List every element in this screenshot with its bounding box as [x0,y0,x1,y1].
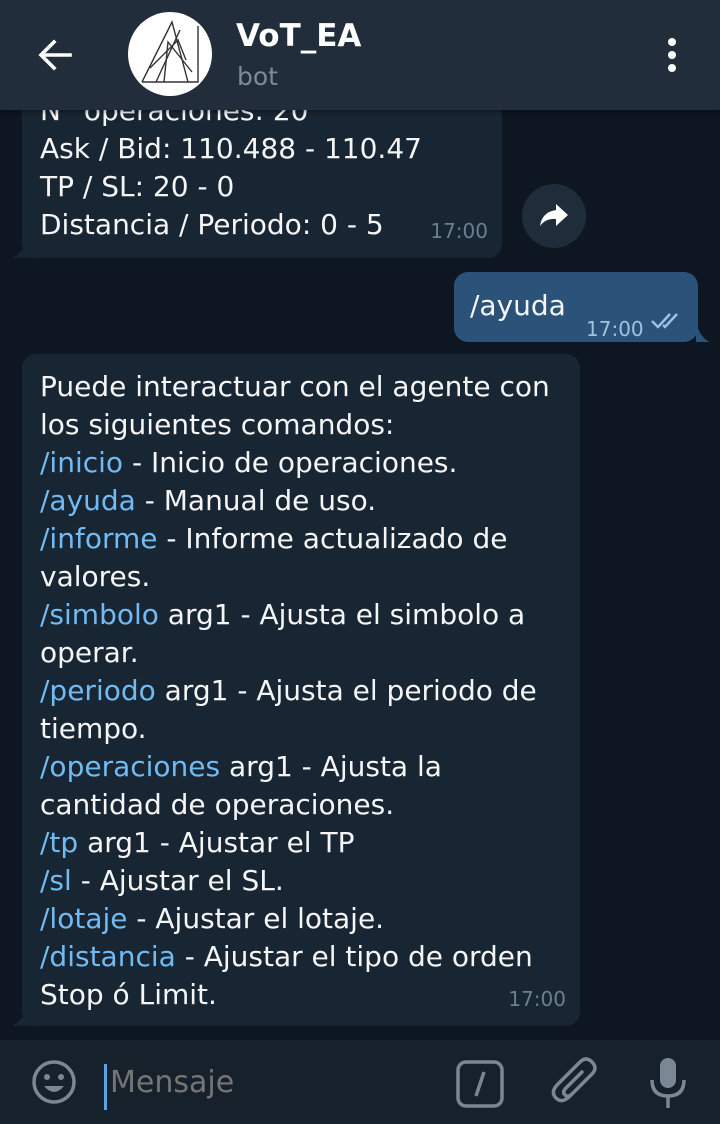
command-link-operaciones[interactable]: /operaciones [40,750,220,783]
more-vertical-icon [668,38,676,72]
arrow-left-icon [38,39,72,71]
bot-logo-icon [141,20,199,83]
command-description: arg1 - Ajusta la [220,750,442,783]
command-description: arg1 - Ajustar el TP [78,826,355,859]
help-line-operaciones: /operaciones arg1 - Ajusta la [40,748,570,786]
command-description-cont: cantidad de operaciones. [40,788,395,821]
menu-button[interactable] [652,30,692,80]
command-description-cont: valores. [40,560,151,593]
bubble-tail [696,322,710,342]
chat-area[interactable]: N° operaciones: 20 Ask / Bid: 110.488 - … [0,0,720,1040]
avatar[interactable] [128,12,212,96]
double-check-icon [651,313,678,329]
command-link-simbolo[interactable]: /simbolo [40,598,159,631]
command-link-ayuda[interactable]: /ayuda [40,484,136,517]
help-line-informe: /informe - Informe actualizado de [40,520,570,558]
help-content: Puede interactuar con el agente con los … [40,368,570,1014]
chat-header: VoT_EA bot [0,0,720,110]
paperclip-icon [551,1057,597,1103]
command-description: arg1 - Ajusta el simbolo a [158,598,526,631]
message-bubble-help[interactable]: Puede interactuar con el agente con los … [22,354,580,1026]
message-input-bar [0,1040,720,1124]
help-line-periodo: /periodo arg1 - Ajusta el periodo de [40,672,570,710]
command-description: - Informe actualizado de [157,522,508,555]
help-line-tp: /tp arg1 - Ajustar el TP [40,824,570,862]
smiley-icon [32,1060,76,1104]
command-link-periodo[interactable]: /periodo [40,674,156,707]
attach-button[interactable] [550,1054,602,1110]
command-link-tp[interactable]: /tp [40,826,78,859]
message-time: 17:00 [586,317,644,341]
forward-arrow-icon [540,204,568,226]
command-description: - Ajustar el SL. [71,864,284,897]
status-lines: N° operaciones: 20 Ask / Bid: 110.488 - … [40,92,422,244]
chat-subtitle: bot [237,62,278,91]
microphone-icon [650,1058,686,1108]
status-line-ask-bid: Ask / Bid: 110.488 - 110.47 [40,132,422,165]
help-line-simbolo: /simbolo arg1 - Ajusta el simbolo a [40,596,570,634]
bubble-tail [12,240,32,258]
outgoing-text: /ayuda [470,289,566,322]
help-line-distancia: /distancia - Ajustar el tipo de orden [40,938,570,976]
back-button[interactable] [30,28,84,82]
help-intro-line: Puede interactuar con el agente con [40,370,550,403]
command-description: - Inicio de operaciones. [123,446,458,479]
message-bubble-outgoing[interactable]: /ayuda 17:00 [454,272,698,342]
command-description: arg1 - Ajusta el periodo de [155,674,537,707]
command-link-distancia[interactable]: /distancia [40,940,176,973]
command-description: - Manual de uso. [135,484,377,517]
help-line-lotaje: /lotaje - Ajustar el lotaje. [40,900,570,938]
bubble-tail [12,1006,32,1026]
message-time: 17:00 [430,219,488,243]
command-link-inicio[interactable]: /inicio [40,446,123,479]
command-description-cont: Stop ó Limit. [40,978,217,1011]
help-line-ayuda: /ayuda - Manual de uso. [40,482,570,520]
message-time: 17:00 [508,987,566,1011]
command-link-lotaje[interactable]: /lotaje [40,902,128,935]
status-line-tp-sl: TP / SL: 20 - 0 [40,170,235,203]
emoji-button[interactable] [28,1056,80,1108]
help-intro-line: los siguientes comandos: [40,408,395,441]
status-line-distancia: Distancia / Periodo: 0 - 5 [40,208,384,241]
help-line-inicio: /inicio - Inicio de operaciones. [40,444,570,482]
microphone-button[interactable] [646,1054,690,1112]
forward-button[interactable] [522,184,586,248]
command-description-cont: operar. [40,636,139,669]
chat-title[interactable]: VoT_EA [236,18,361,54]
command-link-sl[interactable]: /sl [40,864,72,897]
help-line-sl: /sl - Ajustar el SL. [40,862,570,900]
command-description: - Ajustar el tipo de orden [175,940,533,973]
slash-command-icon [456,1060,504,1108]
command-link-informe[interactable]: /informe [40,522,157,555]
command-description: - Ajustar el lotaje. [127,902,385,935]
text-cursor [104,1064,107,1110]
bot-commands-button[interactable] [454,1058,506,1110]
command-description-cont: tiempo. [40,712,147,745]
message-input[interactable] [108,1052,432,1114]
